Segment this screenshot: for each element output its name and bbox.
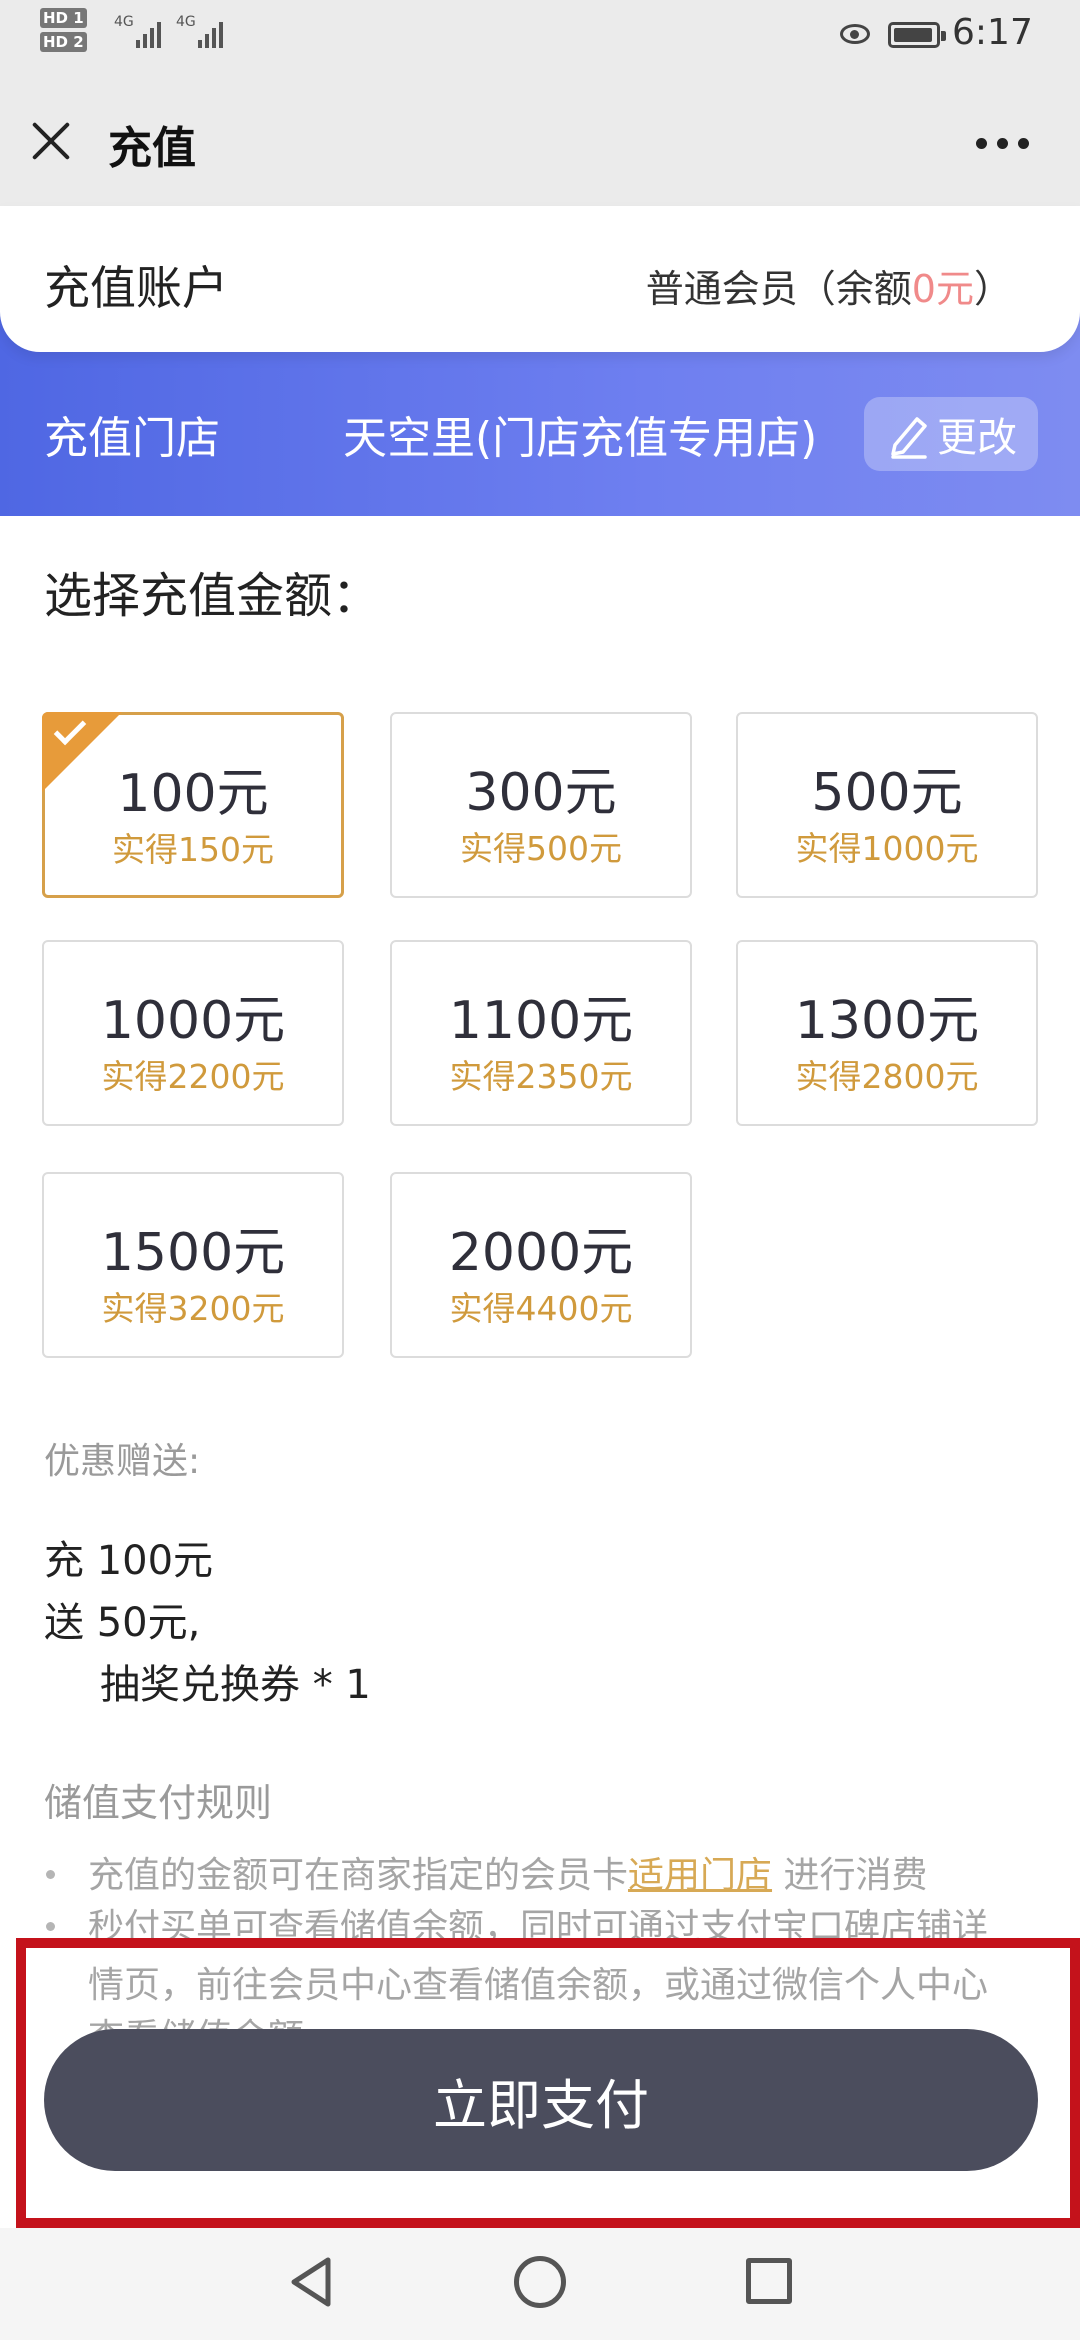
amount-option[interactable]: 1500元 实得3200元 <box>42 1172 344 1358</box>
amount-bonus: 实得2200元 <box>101 1057 285 1096</box>
promo-line: 送 50元, <box>44 1600 201 1646</box>
nav-bar: 充值 <box>0 72 1080 206</box>
system-nav-bar <box>0 2228 1080 2340</box>
amount-bonus: 实得150元 <box>112 830 274 869</box>
amount-value: 1300元 <box>794 991 980 1051</box>
amount-bonus: 实得3200元 <box>101 1289 285 1328</box>
amount-bonus: 实得2350元 <box>449 1057 633 1096</box>
amount-value: 2000元 <box>448 1223 634 1283</box>
amount-option[interactable]: 1000元 实得2200元 <box>42 940 344 1126</box>
account-label: 充值账户 <box>44 261 228 315</box>
close-icon[interactable] <box>28 118 74 164</box>
eye-icon <box>840 24 870 44</box>
more-icon[interactable] <box>976 138 1032 152</box>
pay-now-button[interactable]: 立即支付 <box>44 2029 1038 2171</box>
hd2-badge: HD 2 <box>40 32 87 52</box>
change-store-label: 更改 <box>937 415 1017 461</box>
amount-value: 500元 <box>811 763 963 823</box>
rules-title: 储值支付规则 <box>44 1781 273 1825</box>
amount-value: 1500元 <box>100 1223 286 1283</box>
home-icon[interactable] <box>514 2256 566 2308</box>
account-level: 普通会员（余额0元） <box>645 267 1012 311</box>
promo-title: 优惠赠送: <box>44 1441 201 1482</box>
page-title: 充值 <box>108 123 196 174</box>
account-balance: 0元 <box>911 267 974 311</box>
applicable-stores-link[interactable]: 适用门店 <box>628 1855 772 1896</box>
change-store-button[interactable]: 更改 <box>864 397 1038 471</box>
amount-option[interactable]: 2000元 实得4400元 <box>390 1172 692 1358</box>
amount-bonus: 实得1000元 <box>795 829 979 868</box>
amount-bonus: 实得4400元 <box>449 1289 633 1328</box>
rule-item: 充值的金额可在商家指定的会员卡适用门店 进行消费 <box>88 1855 928 1896</box>
battery-icon <box>888 22 946 48</box>
recent-apps-icon[interactable] <box>746 2258 792 2304</box>
amount-value: 1100元 <box>448 991 634 1051</box>
amount-option[interactable]: 1100元 实得2350元 <box>390 940 692 1126</box>
amount-option[interactable]: 300元 实得500元 <box>390 712 692 898</box>
account-card: 充值账户 普通会员（余额0元） <box>0 206 1080 352</box>
hd1-badge: HD 1 <box>40 8 87 28</box>
clock: 6:17 <box>952 12 1033 53</box>
amount-value: 300元 <box>465 763 617 823</box>
amount-value: 1000元 <box>100 991 286 1051</box>
amount-bonus: 实得500元 <box>460 829 622 868</box>
back-icon[interactable] <box>288 2254 334 2310</box>
status-bar: HD 1 HD 2 4G 4G 6:17 <box>0 0 1080 72</box>
edit-icon <box>891 417 927 459</box>
amount-value: 100元 <box>117 764 269 824</box>
promo-line: 抽奖兑换券 * 1 <box>100 1662 371 1708</box>
promo-line: 充 100元 <box>44 1538 214 1584</box>
store-label: 充值门店 <box>44 413 220 464</box>
bullet-icon <box>46 1870 55 1879</box>
network-type-1: 4G <box>114 14 134 30</box>
signal-icon <box>198 22 223 48</box>
rule-item-continued: 情页，前往会员中心查看储值余额，或通过微信个人中心 <box>88 1965 989 2006</box>
amount-section-title: 选择充值金额： <box>44 568 381 624</box>
store-name: 天空里(门店充值专用店) <box>343 413 818 464</box>
amount-option[interactable]: 500元 实得1000元 <box>736 712 1038 898</box>
bullet-icon <box>46 1922 55 1931</box>
amount-bonus: 实得2800元 <box>795 1057 979 1096</box>
amount-option[interactable]: 1300元 实得2800元 <box>736 940 1038 1126</box>
amount-option-selected[interactable]: 100元 实得150元 <box>42 712 344 898</box>
network-type-2: 4G <box>176 14 196 30</box>
signal-icon <box>136 22 161 48</box>
